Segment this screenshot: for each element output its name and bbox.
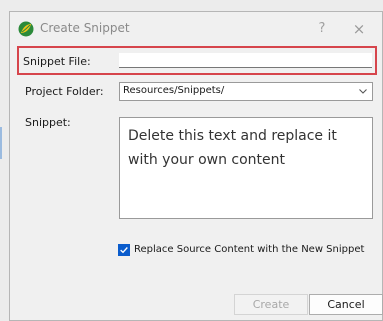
window-edge-accent [0, 127, 2, 159]
snippet-file-label: Snippet File: [23, 55, 91, 68]
create-button[interactable]: Create [234, 294, 308, 315]
snippet-label: Snippet: [25, 116, 71, 129]
snippet-file-input[interactable] [119, 53, 372, 68]
snippet-textarea[interactable]: Delete this text and replace it with you… [119, 117, 373, 219]
cancel-button[interactable]: Cancel [309, 294, 383, 315]
title-bar: Create Snippet ? × [10, 12, 382, 44]
replace-source-checkbox[interactable] [118, 244, 130, 256]
replace-source-label[interactable]: Replace Source Content with the New Snip… [134, 244, 364, 255]
app-logo-icon [18, 21, 34, 37]
create-snippet-dialog: Create Snippet ? × Snippet File: Project… [9, 11, 383, 321]
close-button[interactable]: × [348, 18, 370, 40]
project-folder-select[interactable]: Resources/Snippets/ [119, 82, 373, 101]
window-title: Create Snippet [40, 21, 130, 35]
project-folder-value: Resources/Snippets/ [123, 85, 225, 96]
project-folder-label: Project Folder: [25, 85, 104, 98]
checkmark-icon [120, 247, 128, 254]
help-button[interactable]: ? [312, 19, 332, 39]
chevron-down-icon [359, 89, 367, 94]
